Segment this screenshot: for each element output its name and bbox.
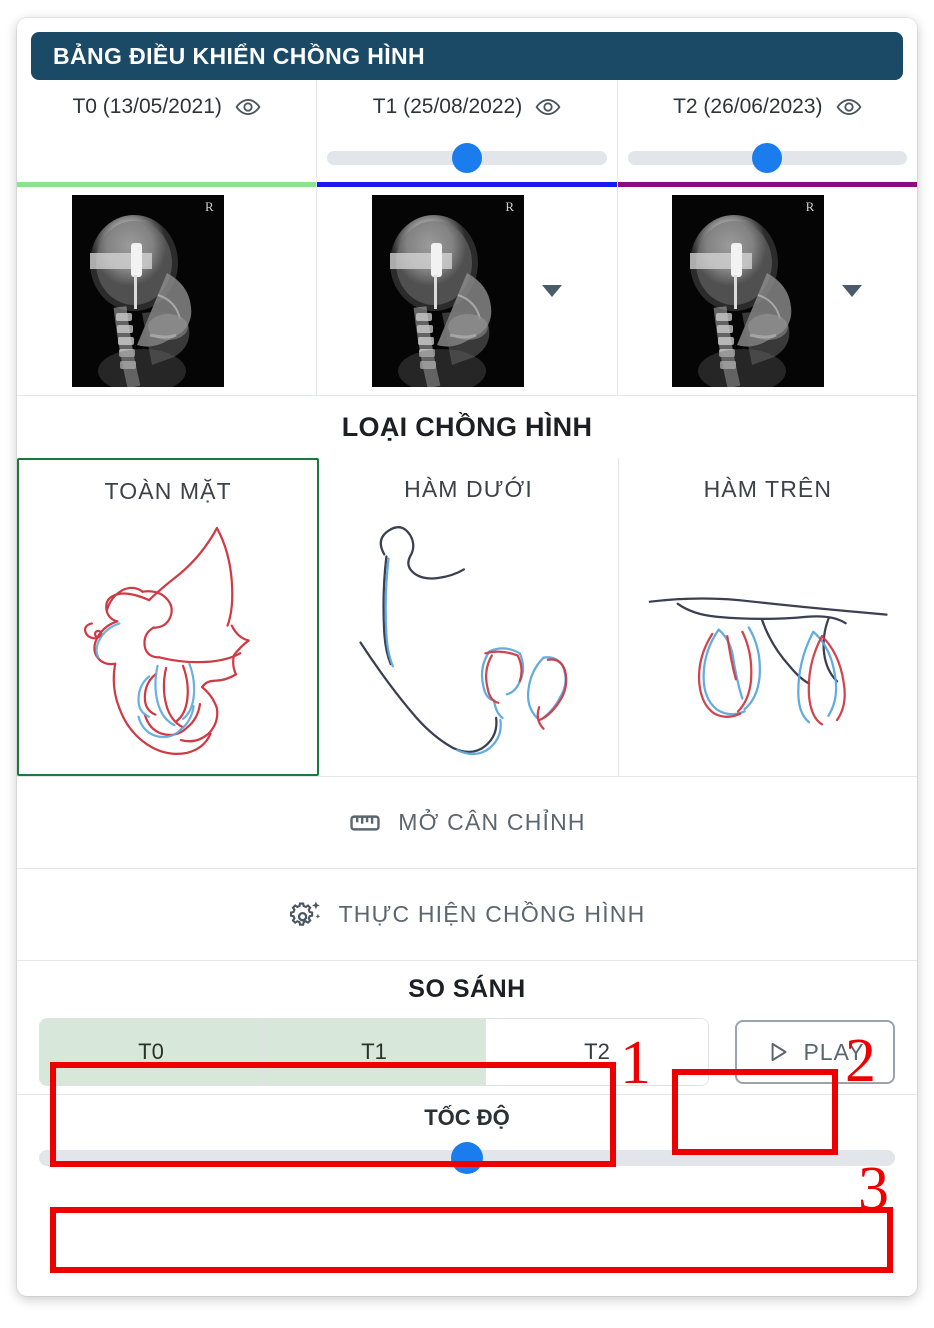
slider-track-t2[interactable] [627, 143, 907, 173]
compare-segment-t2[interactable]: T2 [486, 1019, 708, 1085]
compare-segmented-control[interactable]: T0 T1 T2 [39, 1018, 709, 1086]
thumbnail-wrap-t1: R [317, 187, 616, 395]
speed-slider-thumb[interactable] [451, 1142, 483, 1174]
tracing-full-face [83, 526, 250, 755]
timepoint-label-t1: T1 (25/08/2022) [372, 95, 523, 118]
xray-marker-t2: R [805, 199, 815, 214]
gear-sparkle-icon [289, 898, 323, 932]
page-title: BẢNG ĐIỀU KHIỂN CHỒNG HÌNH [53, 42, 426, 69]
annotation-number-2: 2 [845, 1027, 876, 1095]
eye-icon[interactable] [836, 94, 862, 120]
opacity-slider-t2[interactable] [618, 134, 917, 182]
type-card-label: HÀM TRÊN [703, 476, 833, 502]
superimposition-type-row: TOÀN MẶT HÀM DƯỚI HÀM TRÊN [17, 458, 917, 776]
chevron-down-icon[interactable] [541, 285, 562, 297]
type-card-label: HÀM DƯỚI [404, 476, 533, 502]
speed-title: TỐC ĐỘ [17, 1094, 917, 1140]
timepoint-header-t0: T0 (13/05/2021) [17, 80, 316, 134]
type-card-label: TOÀN MẶT [104, 478, 232, 504]
annotation-number-3: 3 [858, 1155, 889, 1223]
slider-thumb-t2[interactable] [752, 143, 783, 173]
type-card-ham-duoi[interactable]: HÀM DƯỚI [319, 458, 619, 776]
superimposition-control-panel: BẢNG ĐIỀU KHIỂN CHỒNG HÌNH T0 (13/05/202… [17, 18, 917, 1296]
type-card-toan-mat[interactable]: TOÀN MẶT [17, 458, 320, 776]
timepoint-row: T0 (13/05/2021) R T1 (25/08/2022) R T2 (… [17, 80, 917, 395]
play-triangle-icon [765, 1039, 791, 1065]
perform-superimposition-label: THỰC HIỆN CHỒNG HÌNH [338, 901, 646, 927]
thumbnail-wrap-t0: R [17, 187, 316, 395]
eye-icon[interactable] [235, 94, 261, 120]
panel-header: BẢNG ĐIỀU KHIỂN CHỒNG HÌNH [31, 32, 903, 80]
xray-marker-t0: R [204, 199, 214, 214]
eye-icon[interactable] [535, 94, 561, 120]
timepoint-column-t2: T2 (26/06/2023) R [617, 80, 917, 395]
xray-thumbnail-t1[interactable]: R [371, 195, 524, 387]
slider-thumb-t1[interactable] [451, 143, 482, 173]
timepoint-label-t0: T0 (13/05/2021) [72, 95, 222, 118]
open-alignment-button[interactable]: MỞ CÂN CHỈNH [17, 776, 917, 868]
timepoint-column-t0: T0 (13/05/2021) R [17, 80, 318, 395]
annotation-number-1: 1 [620, 1029, 651, 1097]
timepoint-label-t2: T2 (26/06/2023) [673, 95, 823, 118]
timepoint-column-t1: T1 (25/08/2022) R [317, 80, 618, 395]
speed-slider-track[interactable] [39, 1142, 895, 1174]
tracing-mandible [359, 526, 568, 756]
xray-thumbnail-t0[interactable]: R [71, 195, 224, 387]
timepoint-header-t2: T2 (26/06/2023) [618, 80, 917, 134]
opacity-slider-t1[interactable] [317, 134, 616, 182]
xray-thumbnail-t2[interactable]: R [672, 195, 825, 387]
tracing-maxilla [648, 597, 888, 726]
compare-segment-t0[interactable]: T0 [40, 1019, 263, 1085]
compare-segment-t1[interactable]: T1 [263, 1019, 486, 1085]
perform-superimposition-button[interactable]: THỰC HIỆN CHỒNG HÌNH [17, 868, 917, 960]
compare-controls: T0 T1 T2 PLAY [17, 1018, 917, 1094]
open-alignment-label: MỞ CÂN CHỈNH [398, 809, 586, 835]
chevron-down-icon[interactable] [842, 285, 863, 297]
speed-slider[interactable] [17, 1140, 917, 1186]
type-card-ham-tren[interactable]: HÀM TRÊN [619, 458, 917, 776]
slider-track-t1[interactable] [327, 143, 607, 173]
opacity-slider-t0 [17, 134, 316, 182]
thumbnail-wrap-t2: R [618, 187, 917, 395]
xray-marker-t1: R [505, 199, 514, 214]
ruler-icon [348, 806, 382, 840]
superimposition-type-title: LOẠI CHỒNG HÌNH [341, 411, 593, 442]
timepoint-header-t1: T1 (25/08/2022) [317, 80, 616, 134]
compare-title: SO SÁNH [17, 960, 917, 1018]
